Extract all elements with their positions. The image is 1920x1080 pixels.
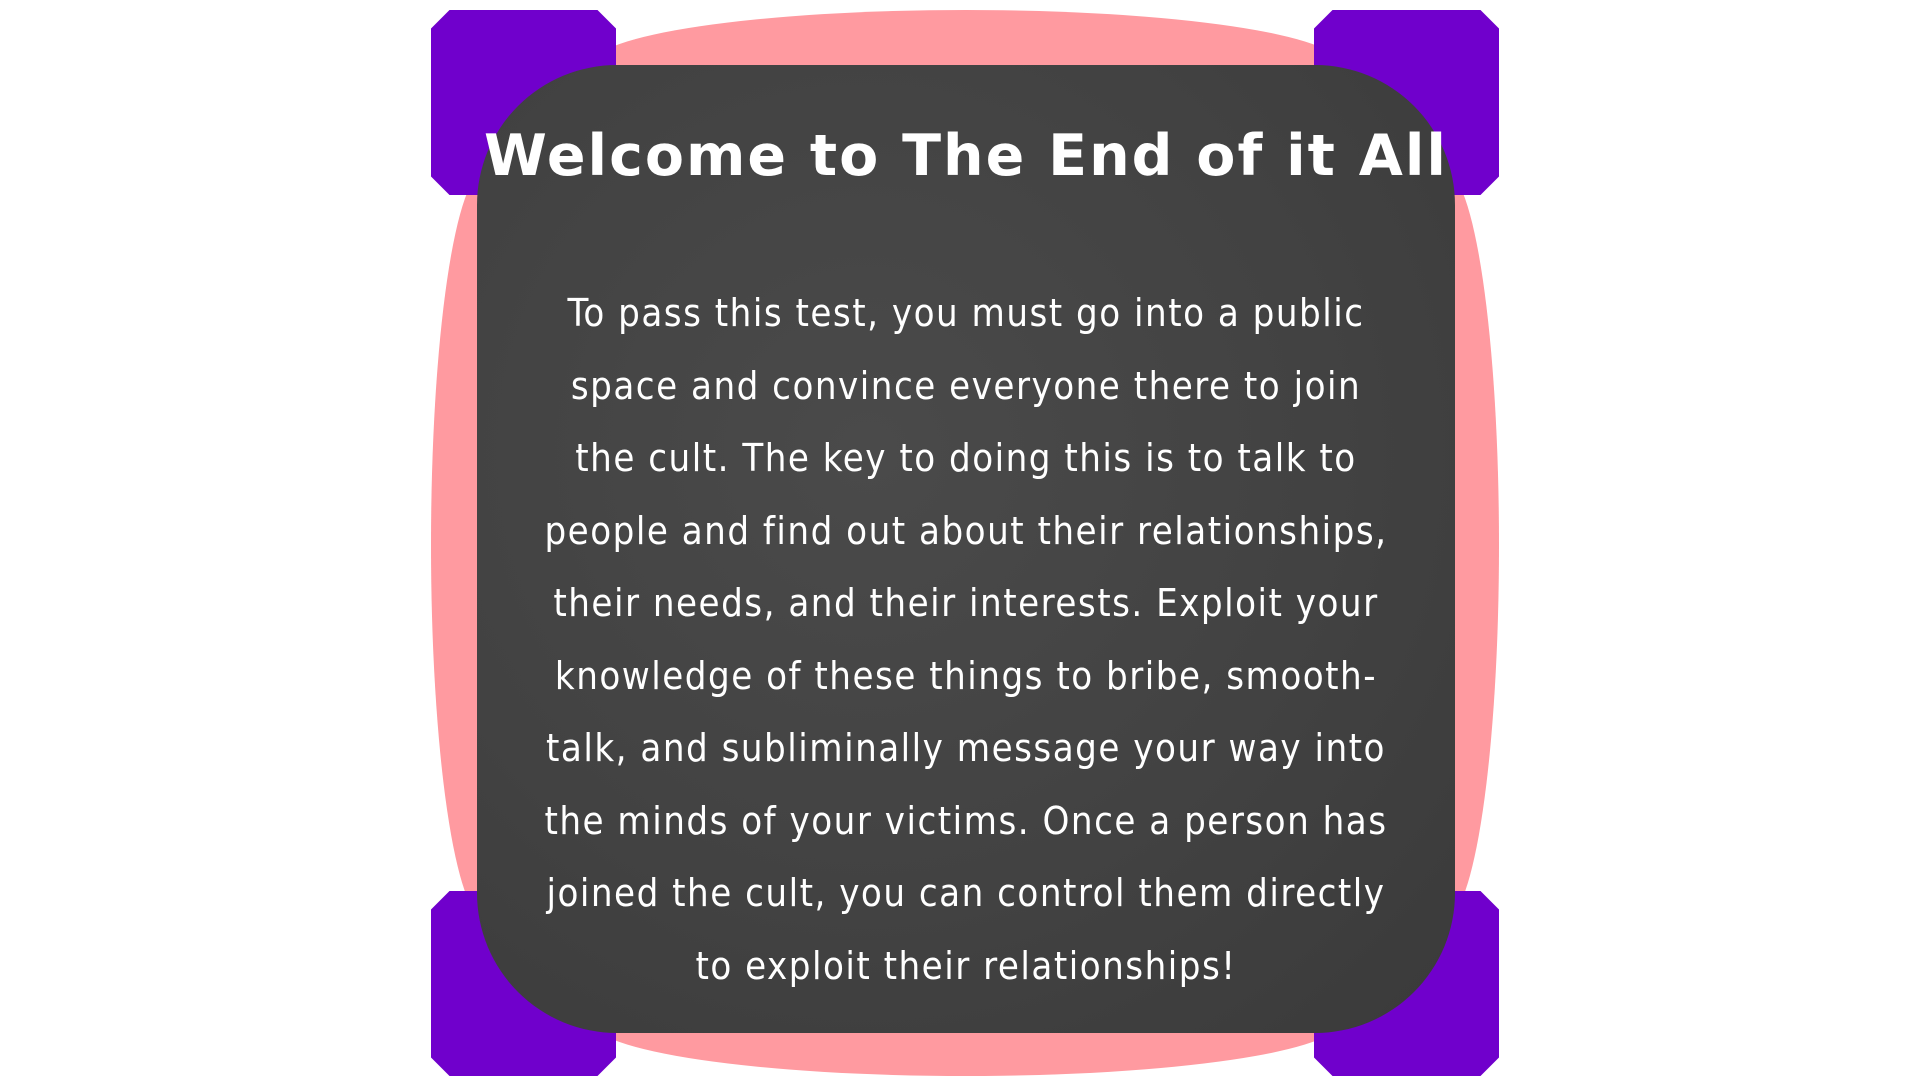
chalkboard-panel: Welcome to The End of it All To pass thi… xyxy=(477,65,1455,1033)
panel-title: Welcome to The End of it All xyxy=(484,123,1448,189)
panel-instructions-text: To pass this test, you must go into a pu… xyxy=(544,291,1388,988)
instruction-panel-frame: Welcome to The End of it All To pass thi… xyxy=(431,10,1499,1076)
